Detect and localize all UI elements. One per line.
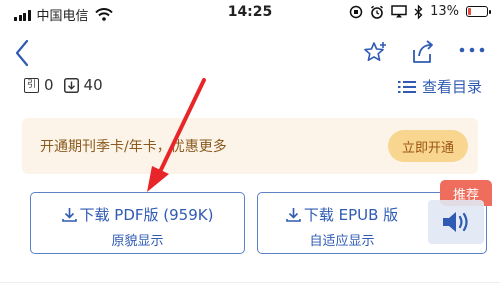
more-dots-icon[interactable] — [458, 46, 486, 54]
download-icon — [286, 208, 301, 222]
toc-label: 查看目录 — [421, 78, 482, 96]
download-count-icon — [63, 77, 79, 93]
star-plus-icon[interactable] — [362, 40, 388, 66]
orientation-lock-icon — [349, 5, 363, 18]
battery-level — [468, 8, 471, 15]
subscribe-now-button[interactable]: 立即开通 — [388, 130, 468, 162]
download-count: 40 — [83, 76, 103, 94]
download-pdf-subtitle: 原貌显示 — [111, 234, 164, 249]
cite-stat: 引 0 — [24, 76, 54, 94]
speaker-icon — [443, 212, 468, 232]
status-right: 13% — [349, 4, 491, 19]
divider — [0, 282, 500, 283]
battery-icon — [466, 6, 491, 17]
download-epub-subtitle: 自适应显示 — [309, 234, 375, 249]
download-icon — [61, 208, 77, 222]
stats-row: 引 0 40 — [24, 76, 103, 94]
download-stat: 40 — [63, 76, 103, 94]
battery-percent: 13% — [430, 4, 459, 19]
download-pdf-title: 下载 PDF版 (959K) — [31, 204, 244, 225]
table-of-contents-link[interactable]: 查看目录 — [397, 76, 482, 97]
chevron-left-icon[interactable] — [12, 38, 34, 68]
subscription-promo: 开通期刊季卡/年卡，优惠更多 立即开通 — [22, 118, 478, 174]
bluetooth-icon — [414, 4, 423, 19]
download-pdf-label: 下载 PDF版 (959K) — [79, 206, 214, 224]
cite-count: 0 — [44, 76, 54, 94]
list-icon — [397, 80, 416, 93]
app-screen: 中国电信 14:25 13% 引 0 40 查看目录 开通期刊季卡/年卡，优惠更… — [0, 0, 500, 284]
share-icon[interactable] — [410, 38, 436, 66]
alarm-icon — [371, 5, 384, 19]
status-bar: 中国电信 14:25 13% — [0, 0, 500, 28]
download-pdf-button[interactable]: 下载 PDF版 (959K) 原貌显示 — [30, 192, 245, 254]
cite-icon: 引 — [24, 77, 39, 93]
screen-mirror-icon — [391, 5, 407, 18]
nav-bar — [0, 30, 500, 74]
audio-read-button[interactable] — [428, 200, 484, 244]
promo-text: 开通期刊季卡/年卡，优惠更多 — [40, 139, 227, 155]
download-epub-label: 下载 EPUB 版 — [303, 206, 399, 224]
download-epub-title: 下载 EPUB 版 — [258, 204, 426, 225]
